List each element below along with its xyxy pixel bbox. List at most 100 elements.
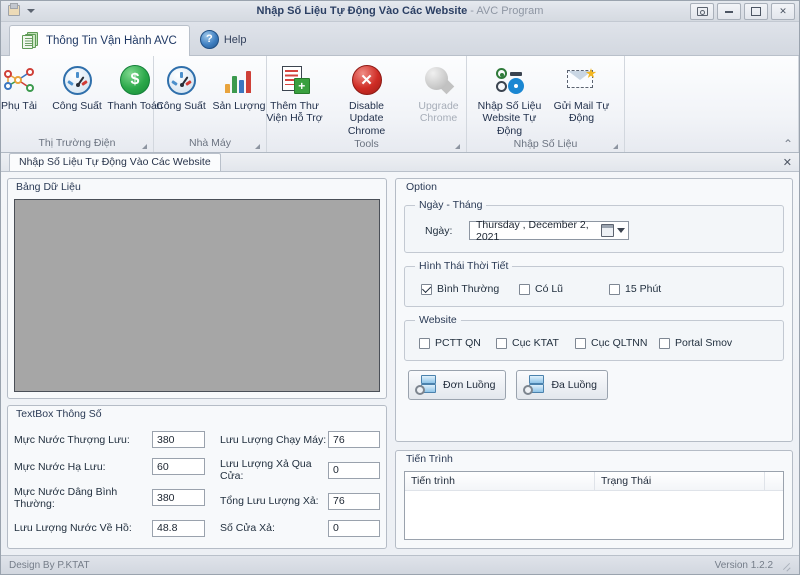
- field-input[interactable]: 76: [328, 431, 380, 448]
- dialog-launcher-icon[interactable]: [140, 142, 147, 149]
- version-label: Version 1.2.2: [715, 560, 773, 571]
- help-button[interactable]: ? Help: [190, 24, 257, 55]
- checkbox-box: [659, 338, 670, 349]
- data-grid[interactable]: [14, 199, 380, 392]
- ribbon-button-disable-update-chrome[interactable]: ✕ Disable Update Chrome: [331, 61, 403, 139]
- field-label: Tổng Lưu Lượng Xả:: [220, 495, 328, 507]
- field-label: Mực Nước Dâng Bình Thường:: [14, 486, 152, 510]
- panel-textbox-thong-so: TextBox Thông Số Mực Nước Thượng Lưu: 38…: [7, 405, 387, 549]
- ribbon-group-thi-truong-dien: Phụ Tải Công Suất $ Thanh Toán Thị Trườn…: [1, 56, 154, 152]
- dialog-launcher-icon[interactable]: [253, 142, 260, 149]
- progress-listview[interactable]: Tiến trình Trạng Thái: [404, 471, 784, 540]
- checkbox-co-lu[interactable]: Có Lũ: [519, 283, 609, 295]
- group-ngay-thang: Ngày - Tháng Ngày: Thursday , December 2…: [404, 199, 784, 253]
- button-label: Đơn Luồng: [443, 379, 495, 391]
- checkbox-pctt-qn[interactable]: PCTT QN: [419, 337, 496, 349]
- field-muc-nuoc-ha-luu: Mực Nước Hạ Lưu: 60: [14, 458, 210, 475]
- ribbon-button-label: Nhập Số Liệu Website Tự Động: [475, 100, 545, 137]
- column-header-trang-thai[interactable]: Trạng Thái: [595, 472, 765, 490]
- documents-icon: [22, 32, 39, 50]
- network-chart-icon: [4, 63, 34, 97]
- camera-icon: [697, 7, 708, 16]
- checkbox-binh-thuong[interactable]: Bình Thường: [421, 283, 519, 295]
- dialog-launcher-icon[interactable]: [453, 142, 460, 149]
- field-input[interactable]: 380: [152, 431, 205, 448]
- application-window: Nhập Số Liệu Tự Động Vào Các Website - A…: [0, 0, 800, 575]
- ribbon-button-cong-suat-tt[interactable]: Công Suất: [48, 61, 106, 114]
- ribbon-tab-thong-tin-van-hanh-avc[interactable]: Thông Tin Vận Hành AVC: [9, 25, 190, 56]
- field-luu-luong-chay-may: Lưu Lượng Chạy Máy: 76: [220, 431, 380, 448]
- checkbox-label: Có Lũ: [535, 283, 563, 295]
- panel-option-title: Option: [406, 181, 784, 193]
- panel-bang-du-lieu-title: Bảng Dữ Liệu: [16, 181, 380, 193]
- dialog-launcher-icon[interactable]: [611, 142, 618, 149]
- checkbox-box: [609, 284, 620, 295]
- minimize-icon: [725, 11, 733, 13]
- checkbox-box: [575, 338, 586, 349]
- date-label: Ngày:: [425, 225, 469, 237]
- website-checkbox-row: PCTT QN Cục KTAT Cục QLTNN Portal S: [413, 332, 775, 352]
- field-input[interactable]: 0: [328, 520, 380, 537]
- checkbox-cuc-ktat[interactable]: Cục KTAT: [496, 337, 575, 349]
- panel-tien-trinh: Tiến Trình Tiến trình Trạng Thái: [395, 450, 793, 549]
- da-luong-button[interactable]: Đa Luồng: [516, 370, 608, 400]
- ribbon-group-empty: [625, 56, 799, 152]
- field-label: Mực Nước Thượng Lưu:: [14, 434, 152, 446]
- gauge-icon: [63, 63, 92, 97]
- status-bar-right: Version 1.2.2: [715, 560, 791, 571]
- ribbon-button-nhap-so-lieu-website-tu-dong[interactable]: Nhập Số Liệu Website Tự Động: [474, 61, 546, 139]
- document-tab-nhap-so-lieu[interactable]: Nhập Số Liệu Tự Động Vào Các Website: [9, 153, 221, 171]
- window-title-sub: - AVC Program: [470, 5, 543, 17]
- field-label: Lưu Lượng Chạy Máy:: [220, 434, 328, 446]
- ribbon-button-cong-suat-nm[interactable]: Công Suất: [152, 61, 210, 114]
- field-input[interactable]: 48.8: [152, 520, 205, 537]
- column-header-tien-trinh[interactable]: Tiến trình: [405, 472, 595, 490]
- ribbon-group-footer: Nhập Số Liệu: [469, 135, 622, 152]
- ribbon-button-label: Thêm Thư Viện Hỗ Trợ: [260, 100, 330, 125]
- help-label: Help: [224, 34, 247, 46]
- field-input[interactable]: 60: [152, 458, 205, 475]
- ribbon-group-nhap-so-lieu: Nhập Số Liệu Website Tự Động Gửi Mail Tự…: [467, 56, 625, 152]
- screenshot-button[interactable]: [690, 3, 714, 20]
- ribbon-group-label: Thị Trường Điện: [39, 137, 116, 149]
- resize-grip-icon[interactable]: [781, 560, 791, 570]
- progress-listview-header: Tiến trình Trạng Thái: [405, 472, 783, 491]
- ribbon-button-upgrade-chrome[interactable]: Upgrade Chrome: [403, 61, 475, 127]
- ribbon-tab-strip: Thông Tin Vận Hành AVC ? Help: [1, 22, 799, 56]
- document-tab-close-icon[interactable]: ✕: [783, 158, 792, 169]
- checkbox-15-phut[interactable]: 15 Phút: [609, 283, 661, 295]
- group-ngay-thang-title: Ngày - Tháng: [415, 199, 486, 211]
- field-so-cua-xa: Số Cửa Xả: 0: [220, 520, 380, 537]
- ribbon-button-gui-mail-tu-dong[interactable]: Gửi Mail Tự Động: [546, 61, 618, 127]
- field-input[interactable]: 380: [152, 489, 205, 506]
- column-header-extra[interactable]: [765, 472, 783, 490]
- panel-bang-du-lieu: Bảng Dữ Liệu: [7, 178, 387, 399]
- progress-listview-body: [405, 491, 783, 539]
- field-input[interactable]: 0: [328, 462, 380, 479]
- ribbon-button-them-thu-vien-ho-tro[interactable]: + Thêm Thư Viện Hỗ Trợ: [259, 61, 331, 127]
- ribbon: Phụ Tải Công Suất $ Thanh Toán Thị Trườn…: [1, 56, 799, 153]
- field-label: Lưu Lượng Nước Về Hồ:: [14, 522, 152, 534]
- checkbox-label: Bình Thường: [437, 283, 499, 295]
- ribbon-button-label: Công Suất: [156, 100, 206, 112]
- date-picker[interactable]: Thursday , December 2, 2021: [469, 221, 629, 240]
- field-luu-luong-xa-qua-cua: Lưu Lượng Xả Qua Cửa: 0: [220, 458, 380, 482]
- field-label: Số Cửa Xả:: [220, 522, 328, 534]
- button-label: Đa Luồng: [551, 379, 597, 391]
- checkbox-box: [519, 284, 530, 295]
- deny-icon: ✕: [352, 63, 382, 97]
- collapse-ribbon-icon[interactable]: ⌃: [783, 138, 793, 150]
- checkbox-label: PCTT QN: [435, 337, 481, 349]
- minimize-button[interactable]: [717, 3, 741, 20]
- field-input[interactable]: 76: [328, 493, 380, 510]
- checkbox-cuc-qltnn[interactable]: Cục QLTNN: [575, 337, 659, 349]
- thread-button-row: Đơn Luồng Đa Luồng: [404, 370, 784, 400]
- ribbon-button-phu-tai[interactable]: Phụ Tải: [0, 61, 48, 114]
- checkbox-portal-smov[interactable]: Portal Smov: [659, 337, 732, 349]
- gauge-icon: [167, 63, 196, 97]
- don-luong-button[interactable]: Đơn Luồng: [408, 370, 506, 400]
- ribbon-group-label: Nhập Số Liệu: [514, 138, 578, 150]
- maximize-button[interactable]: [744, 3, 768, 20]
- close-button[interactable]: ✕: [771, 3, 795, 20]
- panel-option: Option Ngày - Tháng Ngày: Thursday , Dec…: [395, 178, 793, 442]
